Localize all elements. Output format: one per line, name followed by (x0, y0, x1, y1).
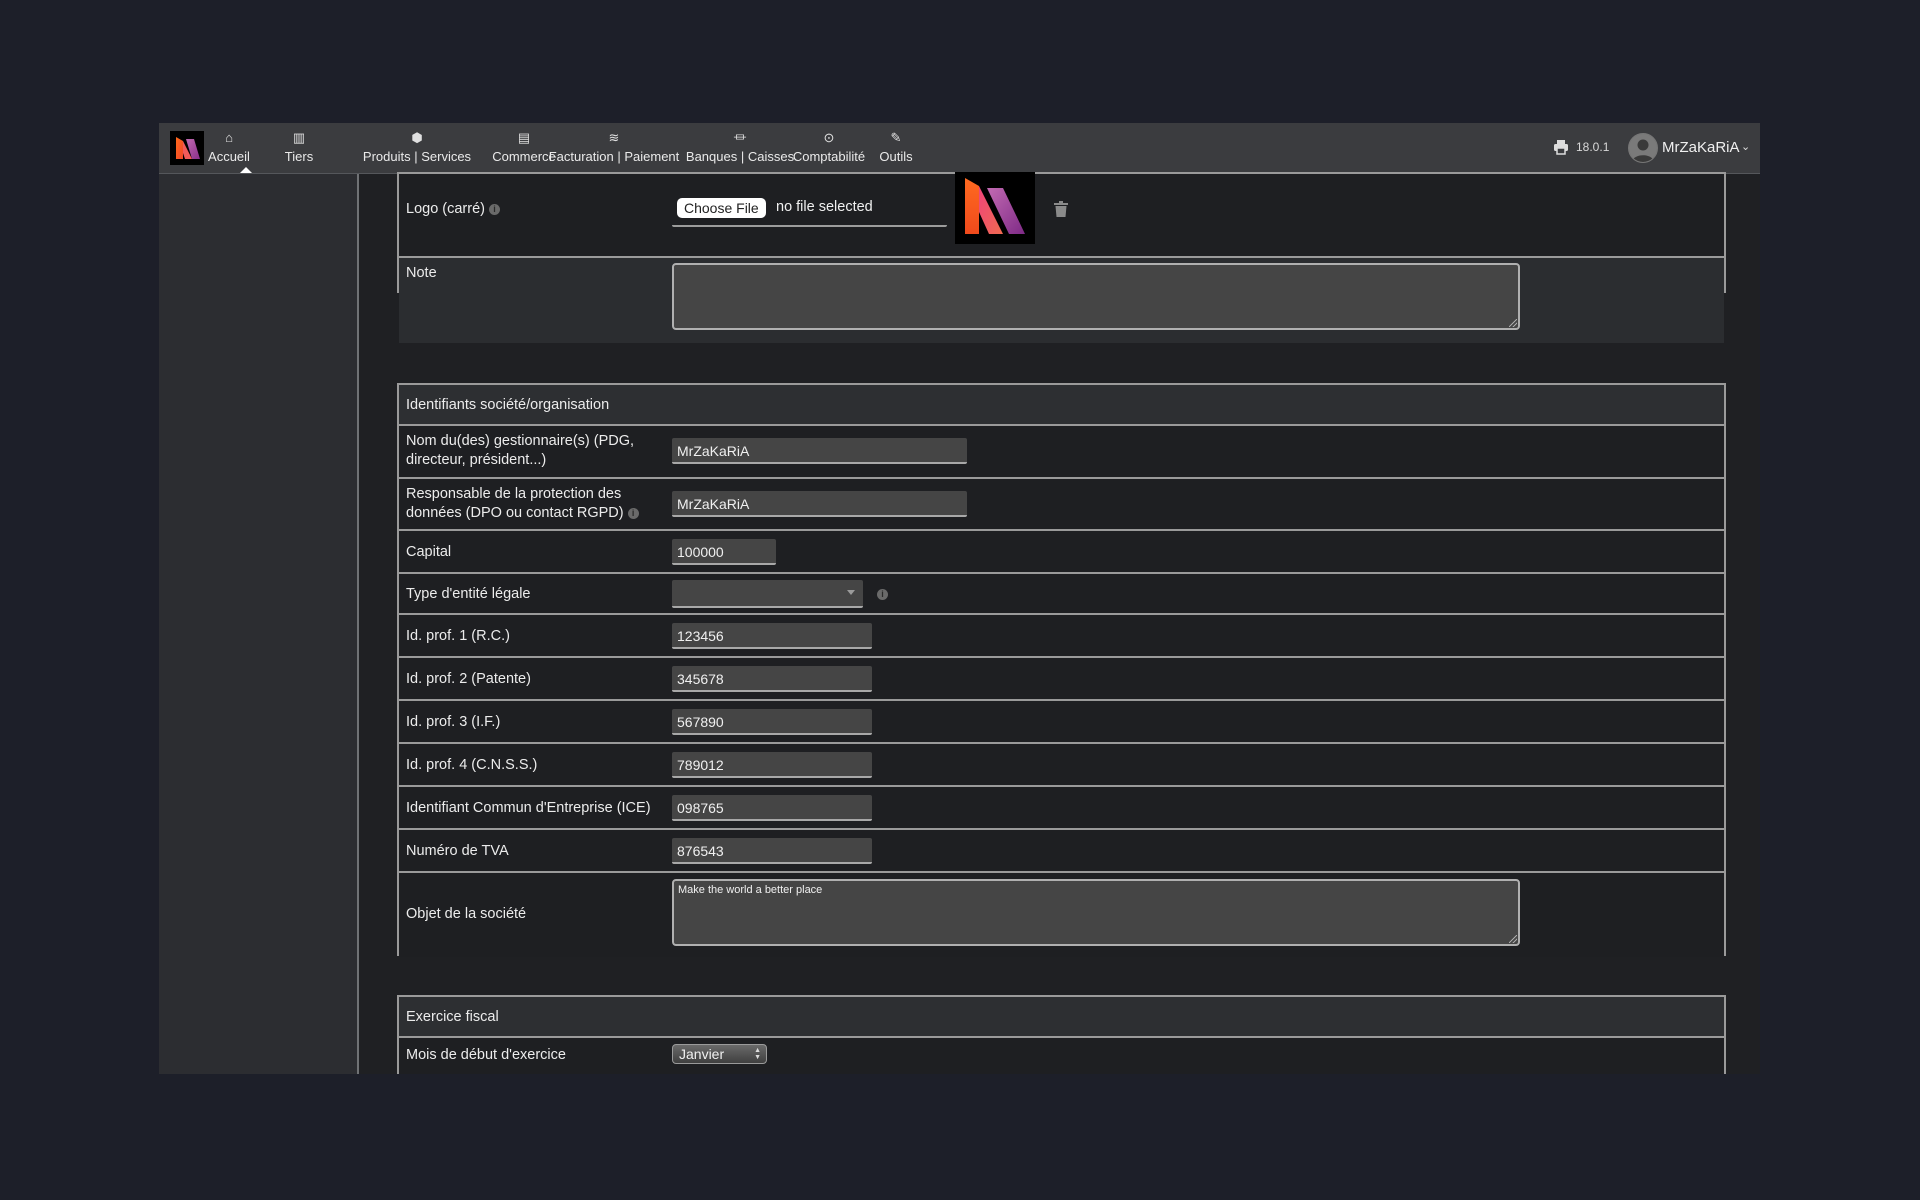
company-logo-preview (955, 172, 1035, 244)
fiscal-year-table: Exercice fiscal Mois de début d'exercice… (397, 995, 1726, 1074)
choose-file-button[interactable]: Choose File (677, 198, 766, 218)
file-status-text: no file selected (776, 199, 873, 215)
selected-month: Janvier (679, 1046, 725, 1062)
nav-item-label: Outils (879, 149, 913, 164)
nav-item-tiers[interactable]: ▥ Tiers (274, 129, 324, 164)
dpo-input[interactable]: MrZaKaRiA (672, 491, 967, 517)
start-month-row: Mois de début d'exercice Janvier ▲ ▼ (399, 1038, 1724, 1074)
prof3-input[interactable]: 567890 (672, 709, 872, 735)
vat-input[interactable]: 876543 (672, 838, 872, 864)
note-label: Note (406, 265, 437, 281)
logo-label: Logo (carré) i (406, 200, 500, 219)
section-title: Exercice fiscal (406, 1009, 499, 1025)
vat-row: Numéro de TVA 876543 (399, 830, 1724, 873)
dropdown-arrow-icon (847, 590, 855, 595)
version-label: 18.0.1 (1576, 140, 1610, 154)
delete-logo-icon[interactable] (1054, 201, 1068, 217)
ice-input[interactable]: 098765 (672, 795, 872, 821)
user-menu-name[interactable]: MrZaKaRiA (1662, 139, 1740, 156)
prof1-input[interactable]: 123456 (672, 623, 872, 649)
prof4-input[interactable]: 789012 (672, 752, 872, 778)
resize-handle[interactable] (1509, 319, 1517, 327)
active-menu-indicator (240, 167, 252, 173)
section-title: Identifiants société/organisation (406, 397, 610, 413)
chevron-down-icon[interactable]: ⌄ (1741, 140, 1750, 153)
wrench-icon: ✎ (890, 130, 902, 145)
info-icon[interactable]: i (877, 589, 888, 600)
prof1-row: Id. prof. 1 (R.C.) 123456 (399, 615, 1724, 658)
dpo-row: Responsable de la protection des données… (399, 479, 1724, 531)
dpo-label: Responsable de la protection des données… (406, 485, 639, 523)
legal-type-select[interactable] (672, 580, 863, 608)
object-value: Make the world a better place (678, 884, 823, 896)
ice-label: Identifiant Commun d'Entreprise (ICE) (406, 800, 651, 816)
capital-label: Capital (406, 544, 452, 560)
nav-item-label: Accueil (208, 149, 250, 164)
top-navigation-bar: ⌂ Accueil ▥ Tiers ⬢ Produits | Services … (159, 123, 1760, 174)
nav-item-label: Comptabilité (792, 149, 866, 164)
vat-label: Numéro de TVA (406, 843, 509, 859)
nav-item-label: Produits | Services (362, 149, 472, 164)
left-sidebar (159, 174, 359, 1074)
nav-item-label: Tiers (284, 149, 314, 164)
main-content: Logo (carré) i Choose File no file select… (359, 172, 1760, 1074)
prof2-row: Id. prof. 2 (Patente) 345678 (399, 658, 1724, 701)
nav-item-outils[interactable]: ✎ Outils (871, 129, 921, 164)
object-label: Objet de la société (406, 906, 527, 922)
stepper-arrows-icon: ▲ ▼ (754, 1047, 761, 1061)
manager-row: Nom du(des) gestionnaire(s) (PDG, direct… (399, 426, 1724, 479)
capital-row: Capital 100000 (399, 531, 1724, 574)
search-dollar-icon: ⊙ (823, 130, 835, 145)
nav-item-produits-services[interactable]: ⬢ Produits | Services (347, 129, 487, 164)
label-line: directeur, président...) (406, 452, 547, 468)
prof2-input[interactable]: 345678 (672, 666, 872, 692)
printer-icon[interactable] (1553, 139, 1569, 155)
app-window: ⌂ Accueil ▥ Tiers ⬢ Produits | Services … (159, 123, 1760, 1074)
object-row: Objet de la société Make the world a bet… (399, 873, 1724, 957)
building-icon: ▥ (292, 130, 306, 145)
label-line: données (DPO ou contact RGPD) (406, 505, 624, 521)
logo-file-input[interactable]: Choose File no file selected (672, 197, 947, 227)
resize-handle[interactable] (1509, 935, 1517, 943)
nav-item-comptabilite[interactable]: ⊙ Comptabilité (784, 129, 874, 164)
legal-type-row: Type d'entité légale i (399, 574, 1724, 615)
ice-row: Identifiant Commun d'Entreprise (ICE) 09… (399, 787, 1724, 830)
info-icon[interactable]: i (627, 507, 639, 519)
label-line: Nom du(des) gestionnaire(s) (PDG, (406, 433, 635, 449)
prof4-row: Id. prof. 4 (C.N.S.S.) 789012 (399, 744, 1724, 787)
logo-row: Logo (carré) i Choose File no file select… (399, 172, 1724, 258)
start-month-select[interactable]: Janvier ▲ ▼ (672, 1044, 767, 1064)
identifiers-table: Identifiants société/organisation Nom du… (397, 383, 1726, 957)
logo-label-text: Logo (carré) (406, 201, 485, 217)
manager-label: Nom du(des) gestionnaire(s) (PDG, direct… (406, 432, 634, 470)
prof1-label: Id. prof. 1 (R.C.) (406, 628, 510, 644)
prof2-label: Id. prof. 2 (Patente) (406, 671, 531, 687)
fiscal-header: Exercice fiscal (399, 997, 1724, 1038)
company-logo-note-table: Logo (carré) i Choose File no file select… (397, 172, 1726, 343)
note-textarea[interactable] (672, 263, 1520, 330)
user-avatar[interactable] (1628, 133, 1658, 163)
prof3-label: Id. prof. 3 (I.F.) (406, 714, 501, 730)
manager-input[interactable]: MrZaKaRiA (672, 438, 967, 464)
home-icon: ⌂ (225, 130, 233, 145)
start-month-label: Mois de début d'exercice (406, 1047, 566, 1063)
info-icon[interactable]: i (488, 203, 500, 215)
legal-type-label: Type d'entité légale (406, 586, 531, 602)
capital-input[interactable]: 100000 (672, 539, 776, 565)
nav-item-accueil[interactable]: ⌂ Accueil (189, 129, 269, 164)
object-textarea[interactable]: Make the world a better place (672, 879, 1520, 946)
identifiers-header: Identifiants société/organisation (399, 385, 1724, 426)
prof4-label: Id. prof. 4 (C.N.S.S.) (406, 757, 538, 773)
note-row: Note (399, 258, 1724, 343)
prof3-row: Id. prof. 3 (I.F.) 567890 (399, 701, 1724, 744)
label-line: Responsable de la protection des (406, 486, 622, 502)
cube-icon: ⬢ (411, 130, 423, 145)
